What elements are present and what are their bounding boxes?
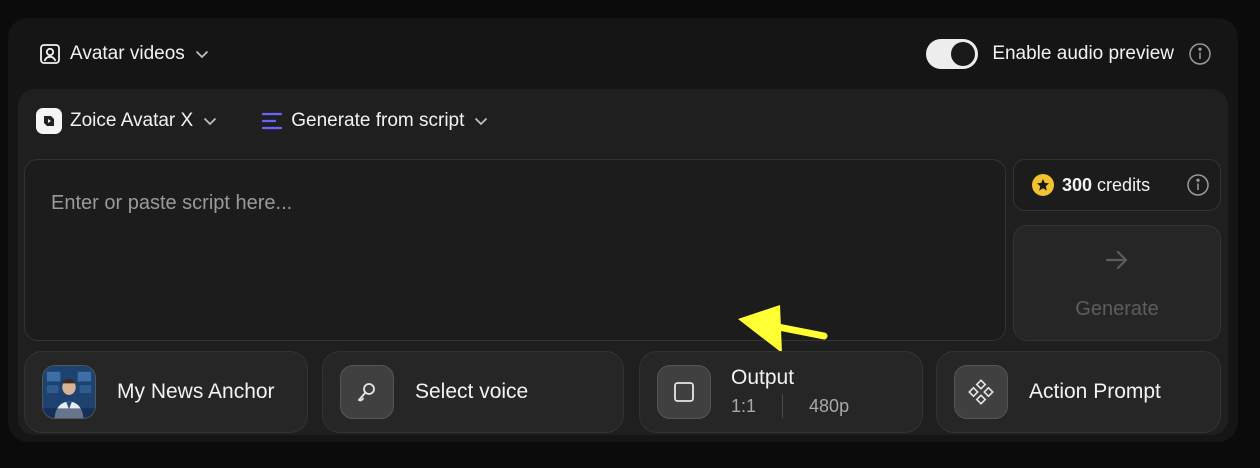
info-icon[interactable] — [1188, 42, 1212, 66]
output-resolution: 480p — [809, 395, 850, 416]
script-input[interactable] — [25, 160, 1005, 340]
generate-button[interactable]: Generate — [1013, 225, 1221, 341]
mode-dropdown[interactable]: Avatar videos — [38, 42, 211, 66]
microphone-icon — [354, 379, 380, 405]
arrow-right-icon — [1103, 246, 1131, 274]
audio-preview-setting: Enable audio preview — [926, 38, 1212, 70]
credits-amount: 300 — [1062, 174, 1093, 195]
mode-label: Avatar videos — [70, 43, 185, 64]
microphone-tile — [340, 365, 394, 419]
output-meta: 1:1 480p — [731, 394, 849, 418]
composer-panel: Zoice Avatar X Generate from script Ente… — [18, 89, 1228, 435]
model-dropdown[interactable]: Zoice Avatar X — [36, 108, 219, 134]
output-tile — [657, 365, 711, 419]
voice-card[interactable]: Select voice — [322, 351, 624, 433]
credits-display: 300 credits — [1013, 159, 1221, 211]
star-coin-icon — [1032, 174, 1054, 196]
generation-mode-dropdown[interactable]: Generate from script — [261, 110, 490, 132]
user-square-icon — [38, 42, 62, 66]
chevron-down-icon — [201, 112, 219, 130]
voice-title: Select voice — [415, 380, 529, 403]
audio-preview-label: Enable audio preview — [992, 43, 1174, 64]
action-prompt-card[interactable]: Action Prompt — [936, 351, 1221, 433]
generate-label: Generate — [1075, 297, 1159, 320]
square-icon — [672, 380, 696, 404]
output-title: Output — [731, 366, 795, 389]
avatar-thumbnail — [42, 365, 96, 419]
script-input-box — [24, 159, 1006, 341]
divider — [782, 394, 784, 418]
generation-mode-label: Generate from script — [291, 110, 465, 131]
composer-toolbar: Zoice Avatar X Generate from script — [36, 105, 490, 137]
avatar-title: My News Anchor — [117, 380, 275, 403]
output-text: Output 1:1 480p — [731, 366, 849, 418]
info-icon[interactable] — [1186, 173, 1210, 197]
model-label: Zoice Avatar X — [70, 110, 194, 131]
credits-unit: credits — [1097, 174, 1151, 195]
lines-icon — [261, 111, 283, 131]
output-card[interactable]: Output 1:1 480p — [639, 351, 923, 433]
top-row: Avatar videos Enable audio preview — [8, 18, 1238, 90]
avatar-card[interactable]: My News Anchor — [24, 351, 308, 433]
app-logo-icon — [36, 108, 62, 134]
toggle-knob — [951, 42, 976, 66]
output-aspect-ratio: 1:1 — [731, 395, 757, 416]
action-prompt-title: Action Prompt — [1029, 380, 1161, 403]
action-tile — [954, 365, 1008, 419]
diamond-grid-icon — [968, 379, 994, 405]
generator-panel: Avatar videos Enable audio preview Zoice… — [8, 18, 1238, 442]
audio-preview-toggle[interactable] — [926, 39, 979, 69]
chevron-down-icon — [193, 45, 211, 63]
chevron-down-icon — [472, 112, 490, 130]
